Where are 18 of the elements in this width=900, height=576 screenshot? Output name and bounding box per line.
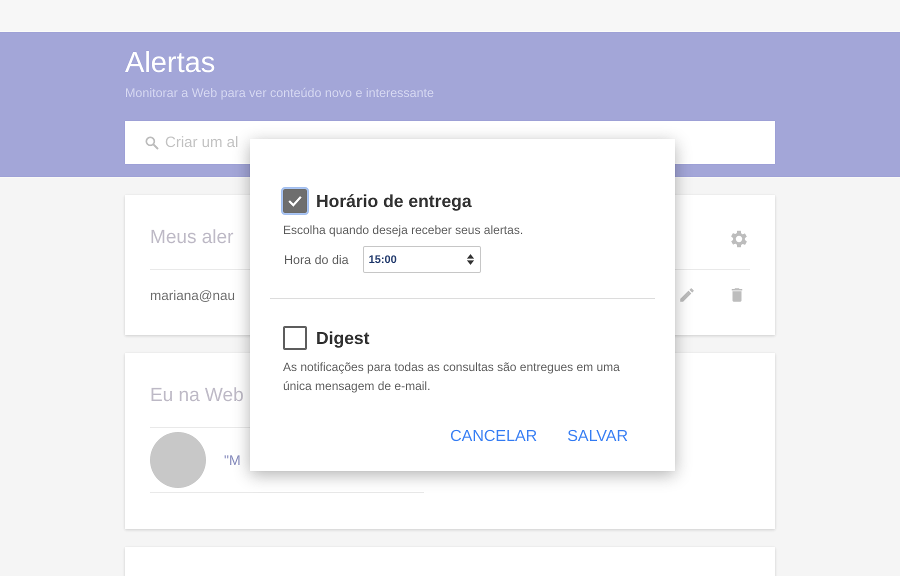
card-title: Eu na Web <box>150 385 244 406</box>
option-description: Escolha quando deseja receber seus alertas. <box>283 222 524 239</box>
alert-email: mariana@nau <box>150 288 236 302</box>
checkbox[interactable] <box>283 189 307 213</box>
option-description: As notificações para todas as consultas são entregues em uma única mensagem de e-mail. <box>283 359 621 395</box>
field-label: Hora do dia <box>284 252 349 266</box>
quote-text: "M <box>224 452 241 468</box>
card-title: Meus aler <box>150 227 234 248</box>
pencil-icon[interactable] <box>678 286 696 304</box>
checkbox[interactable] <box>283 326 307 350</box>
page-title: Alertas <box>125 46 216 80</box>
option-label: Digest <box>316 328 370 348</box>
updown-icon <box>466 253 475 266</box>
option-label: Horário de entrega <box>316 190 472 212</box>
dialog-button[interactable]: CANCELAR <box>439 422 548 452</box>
settings-icon[interactable] <box>728 228 750 250</box>
dialog-button[interactable]: SALVAR <box>556 422 639 452</box>
time-select[interactable]: 15:00 <box>362 246 481 273</box>
